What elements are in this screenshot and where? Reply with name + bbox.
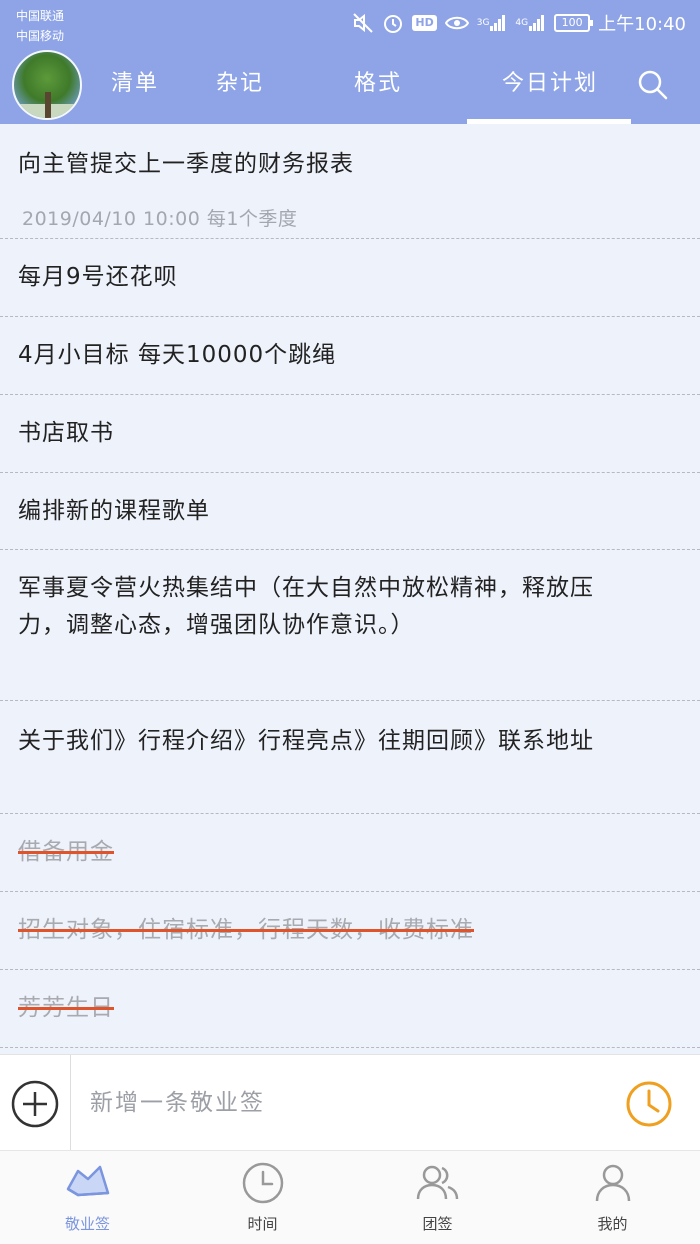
- list-item[interactable]: 向主管提交上一季度的财务报表 2019/04/10 10:00 每1个季度: [0, 124, 700, 239]
- tab-list[interactable]: 清单: [100, 64, 170, 104]
- list-item[interactable]: 每月9号还花呗: [0, 239, 700, 317]
- tab-notes[interactable]: 杂记: [205, 64, 275, 104]
- status-icons: HD 3G 4G 100 上午10:40: [352, 10, 686, 36]
- nav-label: 敬业签: [64, 1215, 110, 1233]
- item-text: 编排新的课程歌单: [18, 498, 210, 524]
- eye-icon: [444, 14, 469, 32]
- carrier-2: 中国移动: [16, 29, 65, 43]
- clock-time: 上午10:40: [598, 14, 686, 35]
- status-bar: 中国联通 中国移动 HD 3G 4G 100 上午10:40: [0, 0, 700, 46]
- clock-icon: [239, 1159, 287, 1207]
- list-item[interactable]: 4月小目标 每天10000个跳绳: [0, 317, 700, 395]
- list-item-done[interactable]: 芳芳生日: [0, 970, 700, 1048]
- app-header: 中国联通 中国移动 HD 3G 4G 100 上午10:40 清单 杂记 格式 …: [0, 0, 700, 124]
- item-text: 借备用金: [18, 839, 114, 865]
- nav-item-team[interactable]: 团签: [350, 1151, 525, 1244]
- list-item-done[interactable]: 招生对象，住宿标准，行程天数，收费标准: [0, 892, 700, 970]
- list-item-done[interactable]: 借备用金: [0, 814, 700, 892]
- signal-icon-2: 4G: [515, 14, 546, 32]
- new-memo-input[interactable]: [90, 1083, 590, 1123]
- top-nav: 清单 杂记 格式 今日计划: [0, 46, 700, 124]
- carrier-info: 中国联通 中国移动: [16, 6, 64, 46]
- item-text: 芳芳生日: [18, 995, 114, 1021]
- bottom-nav: 敬业签 时间 团签 我的: [0, 1150, 700, 1244]
- list-item[interactable]: 军事夏令营火热集结中（在大自然中放松精神，释放压力，调整心态，增强团队协作意识。…: [0, 550, 700, 701]
- item-reminder-meta: 2019/04/10 10:00 每1个季度: [22, 208, 298, 230]
- net-type-1: 3G: [476, 18, 490, 28]
- avatar-tree-trunk: [45, 92, 51, 118]
- nav-item-me[interactable]: 我的: [525, 1151, 700, 1244]
- search-icon[interactable]: [636, 68, 670, 102]
- item-text: 招生对象，住宿标准，行程天数，收费标准: [18, 917, 474, 943]
- alarm-icon: [382, 12, 404, 34]
- net-type-2: 4G: [515, 18, 529, 28]
- tab-today-plan[interactable]: 今日计划: [480, 64, 620, 104]
- item-text: 军事夏令营火热集结中（在大自然中放松精神，释放压力，调整心态，增强团队协作意识。…: [18, 575, 594, 638]
- list-item[interactable]: 书店取书: [0, 395, 700, 473]
- note-icon: [64, 1159, 112, 1207]
- carrier-1: 中国联通: [16, 9, 65, 23]
- nav-item-notes[interactable]: 敬业签: [0, 1151, 175, 1244]
- item-text: 4月小目标 每天10000个跳绳: [18, 342, 337, 368]
- list-item[interactable]: 关于我们》行程介绍》行程亮点》往期回顾》联系地址: [0, 701, 700, 814]
- memo-list: 向主管提交上一季度的财务报表 2019/04/10 10:00 每1个季度 每月…: [0, 124, 700, 1054]
- avatar[interactable]: [12, 50, 82, 120]
- item-text: 关于我们》行程介绍》行程亮点》往期回顾》联系地址: [18, 728, 594, 754]
- tab-format[interactable]: 格式: [343, 64, 413, 104]
- nav-label: 团签: [422, 1215, 453, 1233]
- hd-badge: HD: [412, 15, 437, 31]
- input-divider: [70, 1055, 71, 1151]
- nav-item-time[interactable]: 时间: [175, 1151, 350, 1244]
- list-item[interactable]: 编排新的课程歌单: [0, 473, 700, 550]
- signal-icon-1: 3G: [477, 14, 508, 32]
- item-text: 书店取书: [18, 420, 114, 446]
- nav-label: 时间: [247, 1215, 278, 1233]
- user-icon: [589, 1159, 637, 1207]
- add-icon[interactable]: [10, 1079, 60, 1129]
- battery-icon: 100: [554, 14, 594, 32]
- new-memo-bar: [0, 1054, 700, 1151]
- item-text: 向主管提交上一季度的财务报表: [18, 151, 354, 177]
- group-icon: [414, 1159, 462, 1207]
- mute-icon: [352, 12, 374, 34]
- nav-label: 我的: [597, 1215, 628, 1233]
- reminder-clock-icon[interactable]: [624, 1079, 674, 1129]
- item-text: 每月9号还花呗: [18, 264, 178, 290]
